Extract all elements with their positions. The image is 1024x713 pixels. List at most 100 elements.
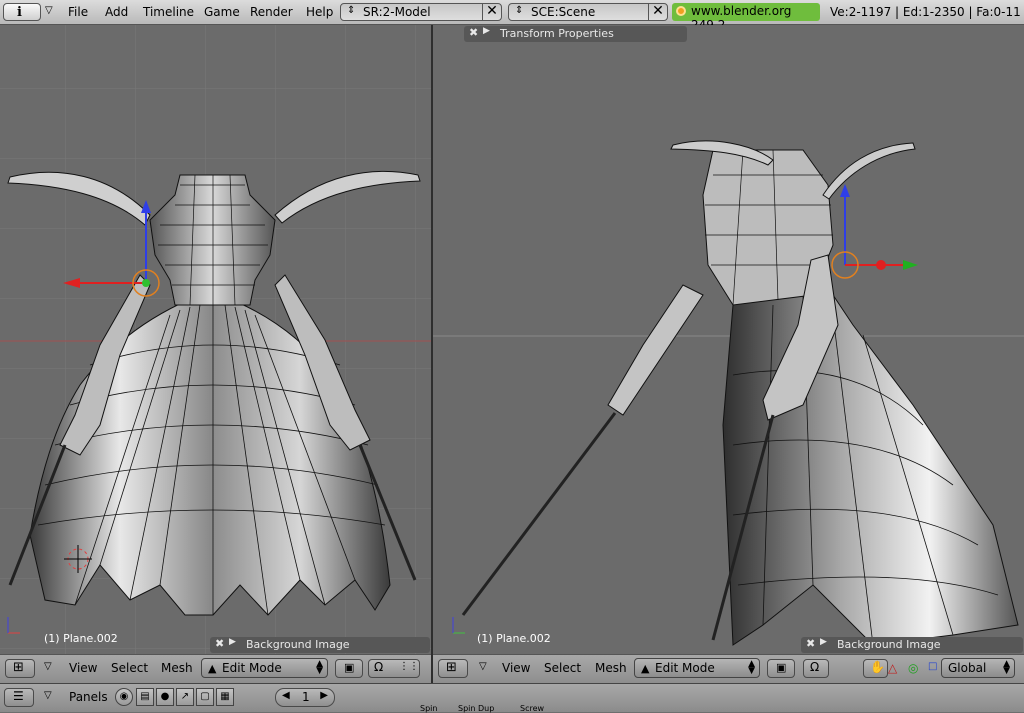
updown-icon[interactable]: ⇕	[347, 5, 355, 16]
object-label: (1) Plane.002	[477, 632, 551, 645]
rotate-icon[interactable]: ◎	[908, 661, 918, 675]
menu-select[interactable]: Select	[111, 661, 148, 675]
y-arrow-icon[interactable]	[903, 260, 918, 270]
blender-logo-icon	[676, 6, 686, 16]
editor-type-button[interactable]: ☰	[4, 688, 34, 707]
menu-add[interactable]: Add	[105, 5, 128, 19]
draw-type-button[interactable]: ▣	[767, 659, 795, 678]
front-view-canvas	[0, 25, 431, 654]
skirt-mesh	[722, 264, 1019, 646]
close-icon[interactable]: ✖	[215, 637, 224, 650]
left-spike	[461, 412, 617, 616]
panel-title: Background Image	[837, 638, 941, 651]
collapse-menu-icon[interactable]: ▽	[44, 690, 52, 701]
updown-icon[interactable]: ⇕	[515, 5, 523, 16]
pivot-icon: Ω	[374, 660, 384, 674]
expand-icon[interactable]: ▶	[483, 26, 490, 36]
viewport-divider[interactable]	[431, 25, 433, 683]
close-icon[interactable]: ✕	[482, 3, 501, 21]
object-label: (1) Plane.002	[44, 632, 118, 645]
decrement-icon[interactable]: ◀	[282, 690, 290, 701]
object-icon[interactable]: ↗	[176, 688, 194, 706]
shading-icon[interactable]: ●	[156, 688, 174, 706]
menu-select[interactable]: Select	[544, 661, 581, 675]
side-view-canvas	[433, 140, 1024, 646]
edit-mode-icon: ▲	[208, 662, 217, 675]
menu-mesh[interactable]: Mesh	[595, 661, 627, 675]
pivot-buttons[interactable]: Ω ⋮⋮	[368, 659, 420, 678]
panel-title: Transform Properties	[500, 27, 614, 40]
scene-icon[interactable]: ▦	[216, 688, 234, 706]
mode-selector[interactable]: ▲ Edit Mode ▲ ▼	[201, 658, 328, 678]
z-arrow-icon[interactable]	[840, 184, 850, 197]
scale-icon[interactable]: □	[928, 661, 937, 672]
translate-icon[interactable]: △	[888, 661, 897, 675]
pivot-dot	[142, 279, 150, 287]
right-wing	[822, 142, 916, 200]
close-icon[interactable]: ✖	[806, 637, 815, 650]
menu-view[interactable]: View	[502, 661, 530, 675]
scene-selector[interactable]: ⇕ SCE:Scene ✕	[508, 3, 668, 21]
orientation-selector[interactable]: Global ▲ ▼	[941, 658, 1015, 678]
collapse-menu-icon[interactable]: ▽	[44, 661, 52, 672]
menu-file[interactable]: File	[68, 5, 88, 19]
right-view-header: ⊞ ▽ View Select Mesh ▲ Edit Mode ▲ ▼ ▣ Ω …	[433, 654, 1024, 683]
draw-type-button[interactable]: ▣	[335, 659, 363, 678]
frame-value: 1	[302, 690, 310, 704]
close-icon[interactable]: ✖	[469, 26, 478, 39]
mode-label: Edit Mode	[222, 661, 282, 675]
left-arm	[607, 284, 704, 416]
mesh-stats: Ve:2-1197 | Ed:1-2350 | Fa:0-11	[830, 5, 1021, 19]
edit-mode-icon: ▲	[641, 662, 650, 675]
left-view-header: ⊞ ▽ View Select Mesh ▲ Edit Mode ▲ ▼ ▣ Ω …	[0, 654, 431, 683]
panels-label[interactable]: Panels	[69, 690, 108, 704]
info-icon[interactable]: i	[3, 3, 41, 21]
cube-icon: ▣	[776, 661, 787, 674]
hand-icon: ✋	[870, 660, 885, 674]
editor-type-button[interactable]: ⊞	[5, 659, 35, 678]
menu-render[interactable]: Render	[250, 5, 293, 19]
updown-icon: ▲ ▼	[748, 659, 755, 676]
view3d-icon: ⊞	[446, 660, 457, 675]
menu-mesh[interactable]: Mesh	[161, 661, 193, 675]
increment-icon[interactable]: ▶	[320, 690, 328, 701]
script-icon[interactable]: ▤	[136, 688, 154, 706]
editor-type-button[interactable]: ⊞	[438, 659, 468, 678]
menu-view[interactable]: View	[69, 661, 97, 675]
top-menu-bar: i ▽ File Add Timeline Game Render Help ⇕…	[0, 0, 1024, 32]
screen-name[interactable]: SR:2-Model	[363, 5, 431, 19]
collapse-menu-icon[interactable]: ▽	[479, 661, 487, 672]
buttons-window-header: ☰ ▽ Panels ◉ ▤ ● ↗ ▢ ▦ ◀ 1 ▶ Spin Spin D…	[0, 683, 1024, 713]
collapse-menu-icon[interactable]: ▽	[45, 5, 53, 16]
background-image-panel[interactable]: ✖ ▶ Background Image	[210, 637, 430, 653]
background-image-panel[interactable]: ✖ ▶ Background Image	[801, 637, 1023, 653]
updown-icon: ▲ ▼	[316, 659, 323, 676]
website-link[interactable]: www.blender.org 249.2	[672, 3, 820, 32]
manipulator-toggle[interactable]: ✋	[863, 659, 888, 678]
menu-help[interactable]: Help	[306, 5, 333, 19]
expand-icon[interactable]: ▶	[229, 637, 236, 647]
view3d-icon: ⊞	[13, 660, 24, 675]
menu-timeline[interactable]: Timeline	[143, 5, 194, 19]
pivot-button[interactable]: Ω	[803, 659, 829, 678]
scene-name[interactable]: SCE:Scene	[531, 5, 595, 19]
transform-properties-panel[interactable]: ✖ ▶ Transform Properties	[464, 26, 687, 42]
buttons-icon: ☰	[13, 689, 24, 703]
updown-icon: ▲ ▼	[1003, 659, 1010, 676]
front-viewport[interactable]: (1) Plane.002 ✖ ▶ Background Image	[0, 25, 431, 654]
orientation-label: Global	[948, 661, 987, 675]
mode-selector[interactable]: ▲ Edit Mode ▲ ▼	[634, 658, 760, 678]
close-icon[interactable]: ✕	[648, 3, 667, 21]
expand-icon[interactable]: ▶	[820, 637, 827, 647]
screen-selector[interactable]: ⇕ SR:2-Model ✕	[340, 3, 502, 21]
frame-counter[interactable]: ◀ 1 ▶	[275, 688, 335, 707]
panel-title: Background Image	[246, 638, 350, 651]
logic-icon[interactable]: ◉	[115, 688, 133, 706]
pivot-icon: Ω	[810, 660, 820, 674]
editing-icon[interactable]: ▢	[196, 688, 214, 706]
cube-icon: ▣	[344, 661, 355, 674]
mode-label: Edit Mode	[655, 661, 715, 675]
menu-game[interactable]: Game	[204, 5, 240, 19]
side-viewport[interactable]: ✖ ▶ Transform Properties (1) Plane.002 ✖…	[433, 25, 1024, 654]
x-arrow-icon[interactable]	[876, 260, 886, 270]
